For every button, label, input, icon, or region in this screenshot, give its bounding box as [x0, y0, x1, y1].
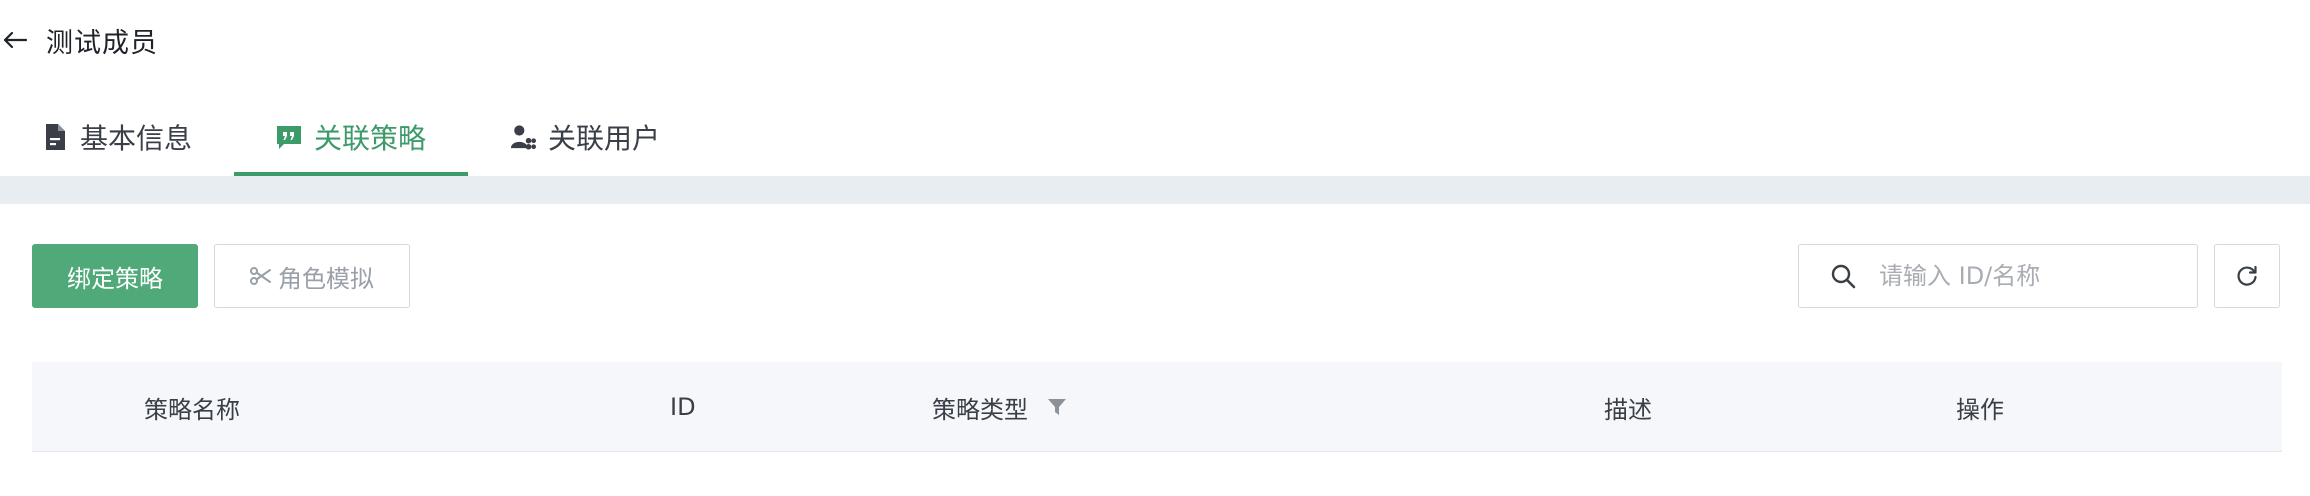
filter-icon[interactable]	[1046, 396, 1068, 418]
arrow-left-icon[interactable]	[0, 25, 30, 55]
tab-bar: 基本信息 关联策略 关联用户	[0, 98, 1105, 176]
toolbar: 绑定策略 角色模拟	[32, 244, 2282, 310]
column-header-description: 描述	[1604, 395, 1652, 424]
bind-policy-button[interactable]: 绑定策略	[32, 244, 198, 308]
role-simulate-label: 角色模拟	[278, 264, 374, 293]
page-header: 测试成员	[0, 18, 158, 62]
refresh-button[interactable]	[2214, 244, 2280, 308]
search-icon	[1829, 262, 1857, 290]
role-simulate-button[interactable]: 角色模拟	[214, 244, 410, 308]
policy-table: 策略名称 ID 策略类型 描述 操作	[32, 362, 2282, 452]
page-title: 测试成员	[46, 27, 158, 59]
column-header-actions: 操作	[1956, 395, 2004, 424]
document-icon	[42, 122, 68, 152]
tab-basic-info[interactable]: 基本信息	[0, 98, 234, 176]
user-group-icon	[510, 122, 537, 152]
column-header-policy-type: 策略类型	[932, 362, 1068, 452]
column-header-label: 策略类型	[932, 395, 1028, 424]
scissors-icon	[250, 266, 272, 286]
tab-label: 基本信息	[80, 122, 193, 155]
tab-label: 关联策略	[314, 122, 427, 155]
tab-related-policies[interactable]: 关联策略	[234, 98, 469, 176]
search-input[interactable]	[1877, 261, 2181, 291]
tab-related-users[interactable]: 关联用户	[468, 98, 702, 176]
page: 测试成员 基本信息 关联策略 关联用户 绑定策略 角色模拟 请输入 ID/名称 …	[0, 0, 2310, 496]
search-box	[1798, 244, 2198, 308]
content-divider	[0, 176, 2310, 204]
column-header-id: ID	[670, 393, 696, 421]
quote-icon	[276, 122, 302, 152]
column-header-policy-name: 策略名称	[144, 395, 240, 424]
tab-label: 关联用户	[548, 122, 661, 155]
refresh-icon	[2235, 264, 2259, 288]
